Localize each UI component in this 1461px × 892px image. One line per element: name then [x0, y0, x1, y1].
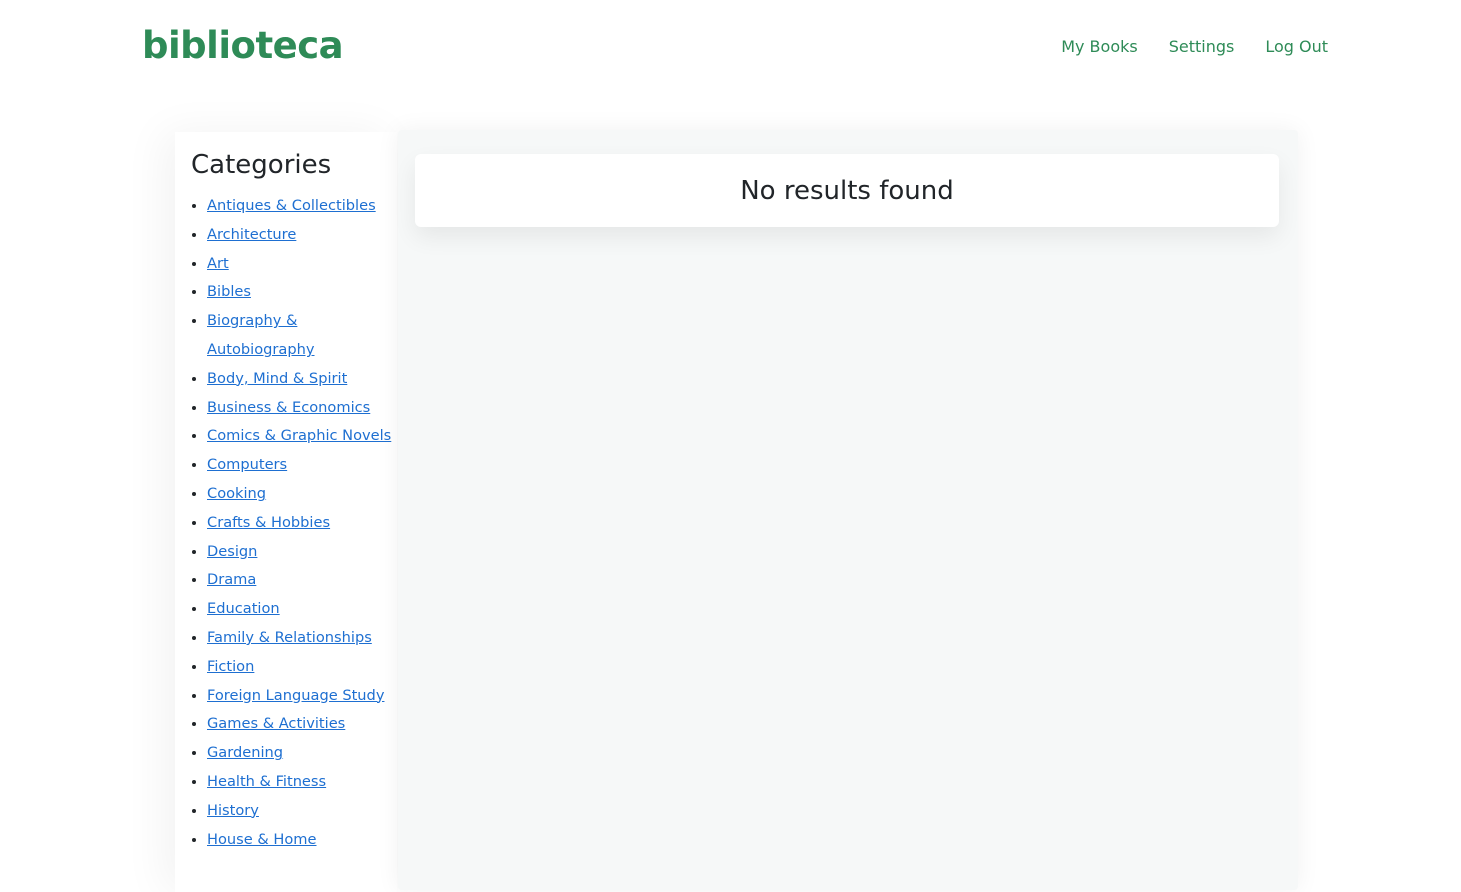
category-link[interactable]: Design: [207, 543, 257, 560]
header: biblioteca My Books Settings Log Out: [0, 0, 1461, 100]
results-panel: No results found: [398, 130, 1298, 890]
list-item: Family & Relationships: [207, 624, 397, 653]
no-results-card: No results found: [415, 154, 1279, 227]
logo-link[interactable]: biblioteca: [142, 24, 344, 67]
list-item: Architecture: [207, 221, 397, 250]
category-link[interactable]: House & Home: [207, 831, 317, 848]
category-link[interactable]: Crafts & Hobbies: [207, 514, 330, 531]
list-item: Art: [207, 250, 397, 279]
list-item: House & Home: [207, 826, 397, 855]
list-item: Foreign Language Study: [207, 682, 397, 711]
nav-log-out[interactable]: Log Out: [1265, 37, 1328, 56]
category-link[interactable]: Art: [207, 255, 229, 272]
category-link[interactable]: Comics & Graphic Novels: [207, 427, 391, 444]
list-item: Cooking: [207, 480, 397, 509]
category-link[interactable]: Drama: [207, 571, 256, 588]
category-link[interactable]: Architecture: [207, 226, 296, 243]
category-link[interactable]: Gardening: [207, 744, 283, 761]
category-link[interactable]: Health & Fitness: [207, 773, 326, 790]
list-item: Bibles: [207, 278, 397, 307]
no-results-message: No results found: [740, 175, 954, 206]
list-item: Fiction: [207, 653, 397, 682]
categories-sidebar: Categories Antiques & Collectibles Archi…: [175, 132, 397, 892]
category-list: Antiques & Collectibles Architecture Art…: [175, 192, 397, 854]
list-item: Gardening: [207, 739, 397, 768]
category-link[interactable]: Family & Relationships: [207, 629, 372, 646]
list-item: Games & Activities: [207, 710, 397, 739]
list-item: Education: [207, 595, 397, 624]
category-link[interactable]: Foreign Language Study: [207, 687, 384, 704]
category-link[interactable]: Biography & Autobiography: [207, 312, 315, 358]
list-item: Computers: [207, 451, 397, 480]
list-item: Antiques & Collectibles: [207, 192, 397, 221]
category-link[interactable]: Business & Economics: [207, 399, 370, 416]
list-item: Crafts & Hobbies: [207, 509, 397, 538]
list-item: Comics & Graphic Novels: [207, 422, 397, 451]
category-link[interactable]: Antiques & Collectibles: [207, 197, 376, 214]
list-item: Biography & Autobiography: [207, 307, 397, 365]
category-link[interactable]: Games & Activities: [207, 715, 345, 732]
category-link[interactable]: Cooking: [207, 485, 266, 502]
category-link[interactable]: Bibles: [207, 283, 251, 300]
category-link[interactable]: History: [207, 802, 259, 819]
category-link[interactable]: Body, Mind & Spirit: [207, 370, 347, 387]
categories-title: Categories: [191, 150, 332, 180]
nav-settings[interactable]: Settings: [1169, 37, 1235, 56]
category-link[interactable]: Fiction: [207, 658, 254, 675]
list-item: Business & Economics: [207, 394, 397, 423]
category-link[interactable]: Computers: [207, 456, 287, 473]
list-item: Health & Fitness: [207, 768, 397, 797]
list-item: Body, Mind & Spirit: [207, 365, 397, 394]
list-item: Drama: [207, 566, 397, 595]
category-link[interactable]: Education: [207, 600, 280, 617]
nav-my-books[interactable]: My Books: [1061, 37, 1138, 56]
list-item: Design: [207, 538, 397, 567]
list-item: History: [207, 797, 397, 826]
top-nav: My Books Settings Log Out: [1061, 37, 1328, 56]
